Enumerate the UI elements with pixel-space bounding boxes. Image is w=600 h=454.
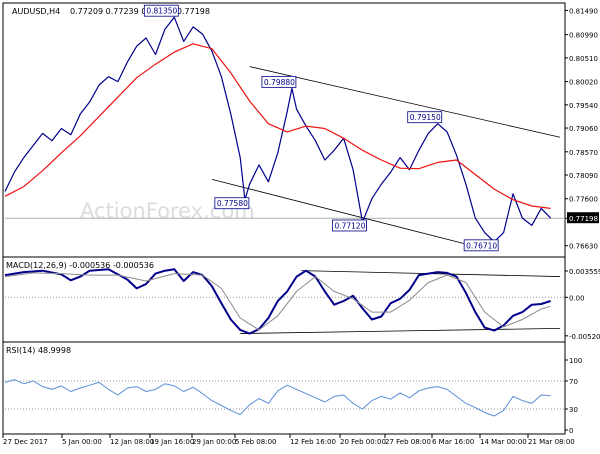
y-tick-label: 100 (569, 357, 582, 365)
x-tick-label: 12 Feb 16:00 (290, 438, 336, 446)
x-tick-label: 5 Feb 08:00 (235, 438, 276, 446)
chart-svg: ActionForex.com AUDUSD,H4 0.77209 0.7723… (0, 0, 600, 450)
y-tick-label: 0.78090 (569, 172, 598, 180)
y-tick-label: 0.80990 (569, 32, 598, 40)
chart-background (0, 0, 600, 450)
y-tick-label: 0.80510 (569, 55, 598, 63)
price-annotation-label: 0.79150 (410, 113, 441, 122)
y-tick-label: 70 (569, 378, 578, 386)
x-tick-label: 27 Dec 2017 (3, 438, 48, 446)
x-tick-label: 29 Jan 00:00 (192, 438, 236, 446)
y-tick-label: 0.78570 (569, 149, 598, 157)
y-tick-label: -0.005207 (569, 333, 600, 341)
x-tick-label: 19 Jan 16:00 (150, 438, 194, 446)
x-tick-label: 6 Mar 16:00 (432, 438, 474, 446)
y-tick-label: 0.80020 (569, 79, 598, 87)
chart-symbol: AUDUSD,H4 (12, 7, 60, 16)
x-tick-label: 21 Mar 08:00 (528, 438, 575, 446)
price-annotation-label: 0.81350 (146, 7, 177, 16)
y-tick-label: 0.003559 (569, 268, 600, 276)
chart-window: ActionForex.com AUDUSD,H4 0.77209 0.7723… (0, 0, 600, 450)
x-tick-label: 12 Jan 08:00 (110, 438, 154, 446)
price-annotation-label: 0.77580 (217, 199, 248, 208)
x-tick-label: 5 Jan 00:00 (62, 438, 102, 446)
y-tick-label: 0.00 (569, 294, 585, 302)
y-tick-label: 0.79060 (569, 125, 598, 133)
y-tick-label: 0.77198 (569, 215, 598, 223)
rsi-title: RSI(14) 48.9998 (6, 346, 71, 355)
y-tick-label: 0.79540 (569, 102, 598, 110)
x-tick-label: 27 Feb 08:00 (385, 438, 431, 446)
x-tick-label: 20 Feb 00:00 (340, 438, 386, 446)
y-tick-label: 0.76630 (569, 243, 598, 251)
price-annotation-label: 0.79880 (264, 78, 295, 87)
chart-ohlc: 0.77209 0.77239 0.77160 0.77198 (70, 7, 210, 16)
y-tick-label: 0.77600 (569, 196, 598, 204)
price-annotation-label: 0.77120 (334, 221, 365, 230)
x-tick-label: 14 Mar 00:00 (480, 438, 527, 446)
y-tick-label: 0 (569, 427, 573, 435)
y-tick-label: 0.81490 (569, 7, 598, 15)
y-tick-label: 30 (569, 406, 578, 414)
price-annotation-label: 0.76710 (466, 241, 497, 250)
macd-title: MACD(12,26,9) -0.000536 -0.000536 (6, 261, 154, 270)
